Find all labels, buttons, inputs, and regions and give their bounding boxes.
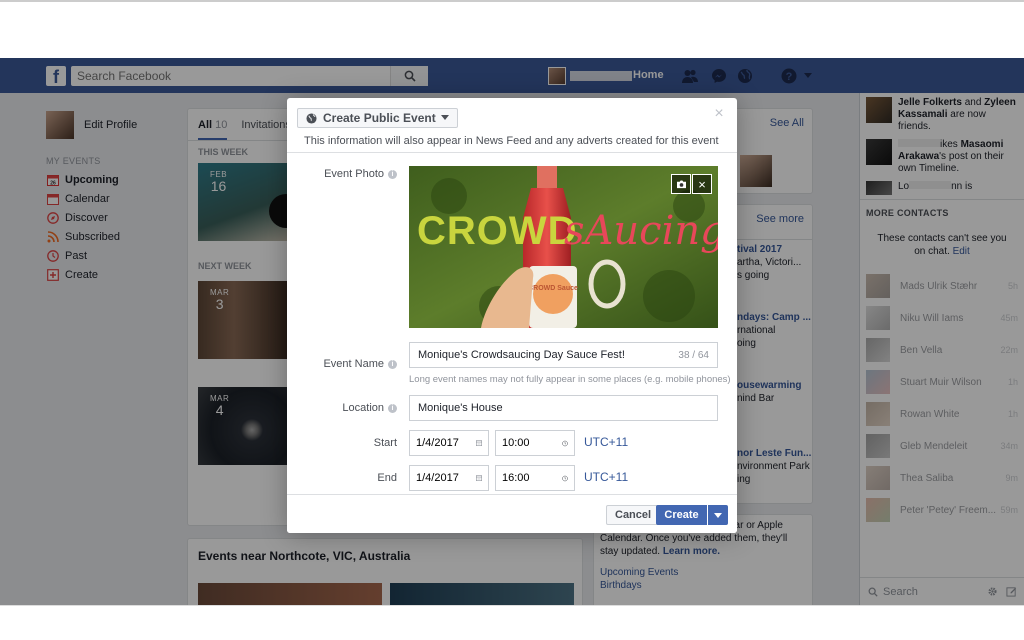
camera-icon[interactable]	[671, 174, 691, 194]
start-label: Start	[373, 437, 397, 449]
calendar-icon[interactable]	[476, 438, 482, 448]
dialog-info-note: This information will also appear in New…	[287, 135, 737, 153]
location-label: Location i	[342, 402, 397, 414]
dialog-body: Event Photo i CROWD Sauce CROWD sAucing	[287, 156, 737, 491]
event-name-hint: Long event names may not fully appear in…	[409, 374, 731, 385]
globe-icon	[306, 112, 317, 124]
window-bottom-area	[0, 605, 1024, 640]
remove-photo-icon[interactable]: ×	[692, 174, 712, 194]
bottle-label: CROWD Sauce	[528, 285, 578, 292]
dialog-header: Create Public Event ×	[287, 98, 737, 138]
create-event-dialog: Create Public Event × This information w…	[287, 98, 737, 533]
dialog-title: Create Public Event	[323, 111, 436, 125]
create-options-dropdown[interactable]	[708, 505, 728, 525]
close-icon[interactable]: ×	[711, 106, 727, 122]
event-name-input[interactable]	[418, 349, 679, 361]
info-icon[interactable]: i	[388, 359, 397, 369]
end-date-input[interactable]	[416, 472, 476, 484]
location-input[interactable]	[418, 402, 709, 414]
photo-caption-part-1: CROWD	[417, 209, 578, 253]
cancel-button[interactable]: Cancel	[606, 505, 661, 525]
start-time-field[interactable]	[495, 430, 575, 456]
photo-caption-part-2: sAucing	[564, 208, 718, 254]
event-privacy-selector[interactable]: Create Public Event	[297, 108, 458, 128]
event-name-field[interactable]: 38 / 64	[409, 342, 718, 368]
event-photo[interactable]: CROWD Sauce CROWD sAucing ×	[409, 166, 718, 328]
info-icon[interactable]: i	[388, 403, 397, 413]
start-date-field[interactable]	[409, 430, 489, 456]
end-time-field[interactable]	[495, 465, 575, 491]
end-time-input[interactable]	[502, 472, 562, 484]
create-button[interactable]: Create	[656, 505, 707, 525]
end-timezone[interactable]: UTC+11	[584, 470, 628, 484]
start-time-input[interactable]	[502, 437, 562, 449]
end-label: End	[377, 472, 397, 484]
start-timezone[interactable]: UTC+11	[584, 435, 628, 449]
clock-icon[interactable]	[562, 473, 568, 484]
window-top-border	[0, 0, 1024, 2]
end-date-field[interactable]	[409, 465, 489, 491]
location-label-text: Location	[342, 402, 384, 414]
calendar-icon[interactable]	[476, 473, 482, 483]
info-icon[interactable]: i	[388, 169, 397, 179]
chevron-down-icon	[440, 115, 449, 120]
event-name-label-text: Event Name	[323, 358, 384, 370]
chevron-down-icon	[714, 512, 722, 518]
event-photo-label-text: Event Photo	[324, 168, 384, 180]
dialog-footer: Cancel Create	[287, 494, 737, 533]
location-field[interactable]	[409, 395, 718, 421]
event-name-char-counter: 38 / 64	[678, 349, 709, 361]
clock-icon[interactable]	[562, 438, 568, 449]
event-name-label: Event Name i	[323, 358, 397, 370]
event-photo-label: Event Photo i	[324, 168, 397, 180]
start-date-input[interactable]	[416, 437, 476, 449]
